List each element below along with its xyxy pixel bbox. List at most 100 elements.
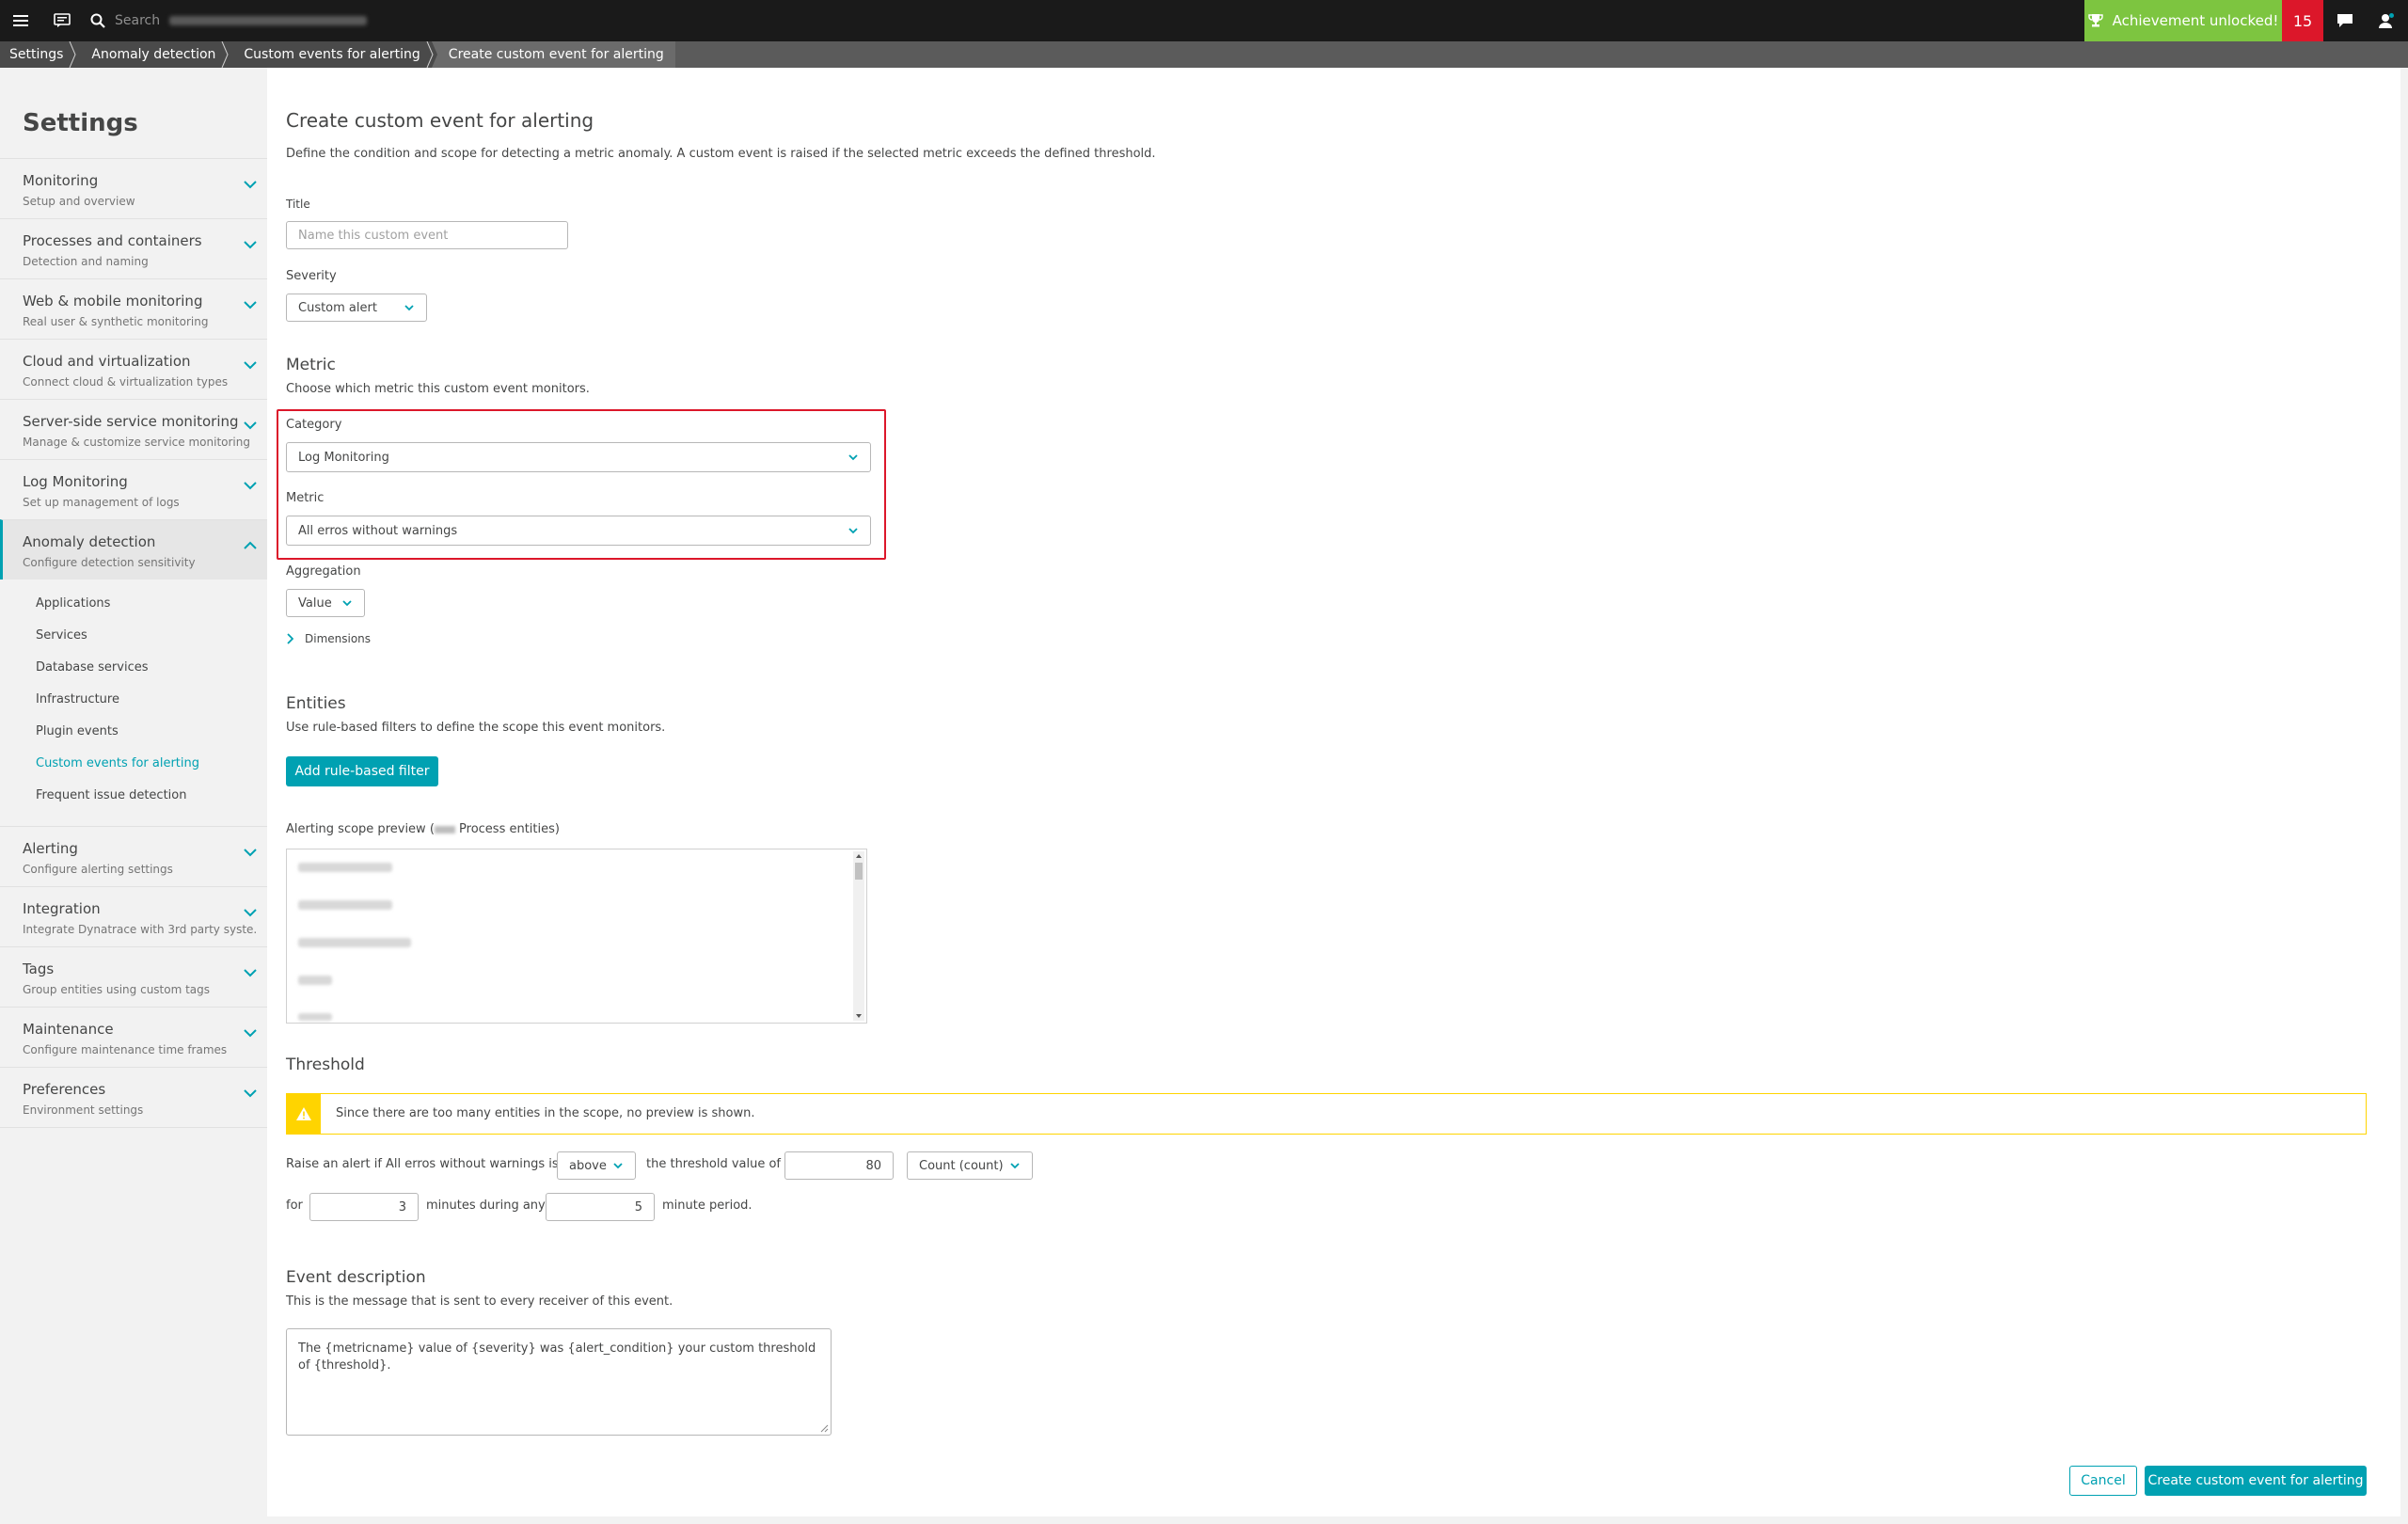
title-label: Title (286, 198, 310, 211)
category-select[interactable]: Log Monitoring (286, 442, 871, 472)
sidebar-item-server-side[interactable]: Server-side service monitoring Manage & … (0, 399, 267, 459)
chevron-down-icon (848, 454, 858, 461)
threshold-warning: Since there are too many entities in the… (286, 1093, 2367, 1135)
sidebar-item-subtitle: Detection and naming (23, 255, 149, 268)
chevron-down-icon (244, 301, 257, 310)
chat-bubble-icon[interactable] (49, 0, 75, 41)
chevron-down-icon (244, 181, 257, 189)
chevron-down-icon (244, 241, 257, 249)
sidebar-item-web-mobile[interactable]: Web & mobile monitoring Real user & synt… (0, 278, 267, 339)
aggregation-select[interactable]: Value (286, 589, 365, 617)
achievement-button[interactable]: Achievement unlocked! (2084, 0, 2282, 41)
form-card: Create custom event for alerting Define … (267, 68, 2400, 1516)
event-description-heading: Event description (286, 1268, 426, 1287)
breadcrumb-anomaly-detection[interactable]: Anomaly detection (74, 41, 233, 68)
sidebar-item-subtitle: Configure alerting settings (23, 863, 173, 876)
chevron-down-icon (244, 1029, 257, 1038)
title-input[interactable]: Name this custom event (286, 221, 568, 249)
period-input[interactable]: 5 (546, 1193, 655, 1221)
condition-select[interactable]: above (557, 1151, 636, 1180)
entities-heading: Entities (286, 694, 346, 713)
unit-select[interactable]: Count (count) (907, 1151, 1033, 1180)
sidebar-item-subtitle: Real user & synthetic monitoring (23, 315, 209, 328)
user-icon[interactable] (2370, 0, 2402, 41)
unit-value: Count (count) (919, 1158, 1004, 1173)
search-input[interactable]: Search (115, 13, 160, 28)
settings-sidebar: Settings Monitoring Setup and overview P… (0, 68, 267, 1524)
severity-select[interactable]: Custom alert (286, 294, 427, 322)
create-custom-event-button[interactable]: Create custom event for alerting (2145, 1466, 2367, 1496)
sidebar-item-maintenance[interactable]: Maintenance Configure maintenance time f… (0, 1007, 267, 1067)
message-icon[interactable] (2329, 0, 2361, 41)
sidebar-item-subtitle: Connect cloud & virtualization types (23, 375, 229, 389)
sidebar-item-alerting[interactable]: Alerting Configure alerting settings (0, 826, 267, 886)
chevron-down-icon (244, 969, 257, 977)
trophy-icon (2087, 13, 2103, 28)
warning-icon (287, 1094, 321, 1134)
dimensions-label: Dimensions (305, 632, 372, 645)
scope-preview-list[interactable] (286, 849, 867, 1024)
metric-value: All erros without warnings (298, 523, 458, 538)
sidebar-subitem-database-services[interactable]: Database services (36, 660, 149, 675)
metric-select[interactable]: All erros without warnings (286, 516, 871, 546)
sidebar-item-anomaly-detection[interactable]: Anomaly detection Configure detection se… (0, 519, 267, 579)
event-description-textarea[interactable]: The {metricname} value of {severity} was… (286, 1328, 832, 1436)
sidebar-subitem-custom-events[interactable]: Custom events for alerting (36, 756, 199, 770)
sidebar-subitem-frequent-issue[interactable]: Frequent issue detection (36, 788, 186, 802)
sidebar-subitem-applications[interactable]: Applications (36, 596, 110, 611)
sidebar-item-title: Preferences (23, 1081, 106, 1098)
resize-handle-icon[interactable] (819, 1423, 829, 1433)
breadcrumb-custom-events[interactable]: Custom events for alerting (227, 41, 437, 68)
sidebar-item-title: Log Monitoring (23, 473, 128, 490)
sidebar-item-title: Web & mobile monitoring (23, 293, 203, 310)
threshold-value-input[interactable]: 80 (784, 1151, 894, 1180)
scrollbar[interactable] (853, 851, 864, 1021)
cancel-button[interactable]: Cancel (2069, 1466, 2137, 1496)
sidebar-item-title: Monitoring (23, 172, 99, 189)
entities-description: Use rule-based filters to define the sco… (286, 721, 666, 735)
sidebar-item-title: Server-side service monitoring (23, 413, 239, 430)
breadcrumb-separator-icon (221, 41, 233, 68)
notification-count-badge[interactable]: 15 (2282, 0, 2323, 41)
category-value: Log Monitoring (298, 450, 389, 465)
metric-label: Metric (286, 491, 325, 505)
sidebar-item-integration[interactable]: Integration Integrate Dynatrace with 3rd… (0, 886, 267, 946)
sidebar-item-preferences[interactable]: Preferences Environment settings (0, 1067, 267, 1127)
threshold-value-text: the threshold value of (646, 1157, 781, 1171)
sidebar-item-tags[interactable]: Tags Group entities using custom tags (0, 946, 267, 1007)
menu-icon[interactable] (8, 0, 34, 41)
scope-preview-label: Alerting scope preview ( Process entitie… (286, 822, 560, 836)
minutes-during-text: minutes during any (426, 1199, 546, 1213)
sidebar-subitem-services[interactable]: Services (36, 628, 87, 643)
metric-description: Choose which metric this custom event mo… (286, 382, 590, 396)
breadcrumb-label: Custom events for alerting (244, 47, 420, 62)
sidebar-subitem-infrastructure[interactable]: Infrastructure (36, 692, 119, 706)
breadcrumb-settings[interactable]: Settings (0, 41, 81, 68)
sidebar-item-subtitle: Setup and overview (23, 195, 135, 208)
sidebar-item-monitoring[interactable]: Monitoring Setup and overview (0, 158, 267, 218)
chevron-down-icon (342, 600, 352, 607)
add-rule-based-filter-button[interactable]: Add rule-based filter (286, 756, 438, 786)
list-item (298, 976, 332, 985)
sidebar-item-cloud[interactable]: Cloud and virtualization Connect cloud &… (0, 339, 267, 399)
chevron-down-icon (848, 528, 858, 534)
search-icon (90, 13, 105, 28)
sidebar-subitem-plugin-events[interactable]: Plugin events (36, 724, 119, 738)
scrollbar-track (855, 854, 863, 1018)
sidebar-item-subtitle: Integrate Dynatrace with 3rd party syste… (23, 923, 258, 936)
sidebar-item-title: Cloud and virtualization (23, 353, 191, 370)
raise-alert-text: Raise an alert if All erros without warn… (286, 1157, 559, 1171)
event-description-value: The {metricname} value of {severity} was… (298, 1341, 816, 1373)
sidebar-item-subtitle: Manage & customize service monitoring (23, 436, 250, 449)
minutes-input[interactable]: 3 (309, 1193, 419, 1221)
chevron-down-icon (244, 361, 257, 370)
threshold-heading: Threshold (286, 1056, 365, 1074)
search-bar[interactable]: Search (90, 0, 368, 41)
sidebar-item-log-monitoring[interactable]: Log Monitoring Set up management of logs (0, 459, 267, 519)
dimensions-toggle[interactable]: Dimensions (286, 632, 371, 645)
list-item (298, 863, 392, 872)
breadcrumb-label: Settings (9, 47, 64, 62)
event-description-subtitle: This is the message that is sent to ever… (286, 1294, 673, 1309)
sidebar-item-processes[interactable]: Processes and containers Detection and n… (0, 218, 267, 278)
chevron-right-icon (287, 633, 293, 644)
